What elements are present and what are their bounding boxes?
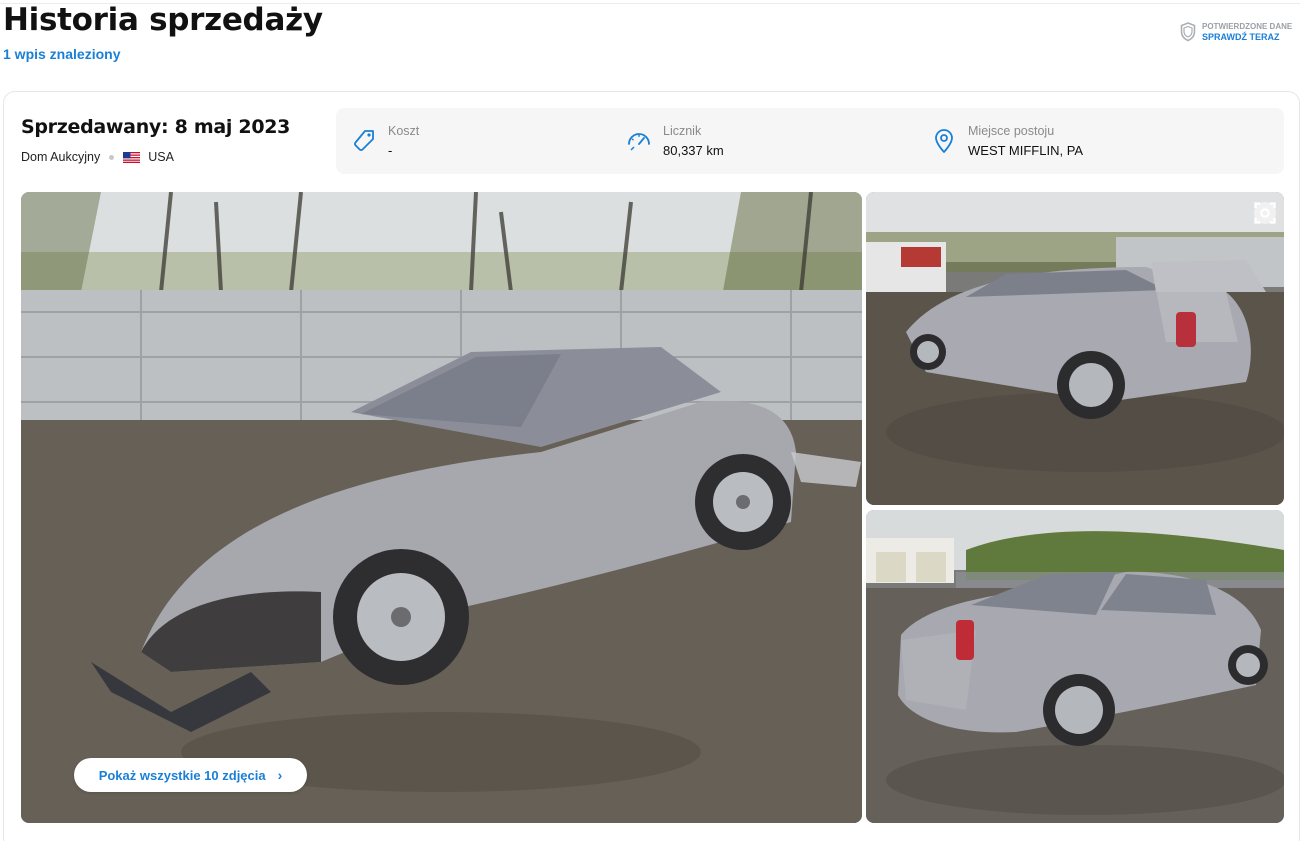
car-photo-rear-right: [866, 510, 1284, 823]
show-all-photos-button[interactable]: Pokaż wszystkie 10 zdjęcia ›: [74, 758, 307, 792]
info-value: WEST MIFFLIN, PA: [968, 143, 1084, 158]
info-label: Koszt: [388, 124, 420, 138]
info-value: 80,337 km: [663, 143, 724, 158]
sale-info-panel: Koszt - Licznik 80,337 km Miejsce postoj…: [336, 108, 1284, 174]
verify-cta[interactable]: SPRAWDŹ TERAZ: [1202, 32, 1292, 42]
speedometer-icon: [628, 133, 650, 151]
info-cost: Koszt -: [350, 108, 419, 174]
verify-caption: POTWIERDZONE DANE: [1202, 22, 1293, 31]
price-tag-icon: [354, 130, 374, 151]
country: USA: [148, 150, 174, 164]
zoom-icon[interactable]: [1254, 202, 1276, 224]
car-photo-rear-left: [866, 192, 1284, 505]
info-label: Licznik: [663, 124, 702, 138]
location-pin-icon: [935, 129, 953, 153]
show-all-photos-label: Pokaż wszystkie 10 zdjęcia: [98, 767, 266, 783]
info-location: Miejsce postoju WEST MIFFLIN, PA: [930, 108, 1083, 174]
vehicle-photo-main[interactable]: Pokaż wszystkie 10 zdjęcia ›: [21, 192, 862, 823]
sale-date-title: Sprzedawany: 8 maj 2023: [21, 116, 291, 138]
records-count-link[interactable]: 1 wpis znaleziony: [3, 46, 120, 62]
chevron-right-icon: ›: [277, 767, 283, 783]
sale-meta: Dom Aukcyjny USA: [21, 150, 174, 164]
info-value: -: [388, 143, 393, 158]
page-title: Historia sprzedaży: [3, 2, 323, 38]
usa-flag-icon: [123, 151, 141, 163]
info-label: Miejsce postoju: [968, 124, 1055, 138]
sale-record-card: Sprzedawany: 8 maj 2023 Dom Aukcyjny USA…: [3, 91, 1300, 841]
shield-icon: [1180, 22, 1196, 42]
vehicle-photo-rear-right[interactable]: [866, 510, 1284, 823]
vehicle-photo-rear-left[interactable]: [866, 192, 1284, 505]
info-odometer: Licznik 80,337 km: [625, 108, 724, 174]
verify-data-link[interactable]: POTWIERDZONE DANE SPRAWDŹ TERAZ: [1180, 20, 1300, 44]
separator-dot: [109, 154, 115, 160]
car-photo-front-damage: [21, 192, 862, 823]
seller-type: Dom Aukcyjny: [21, 150, 101, 164]
